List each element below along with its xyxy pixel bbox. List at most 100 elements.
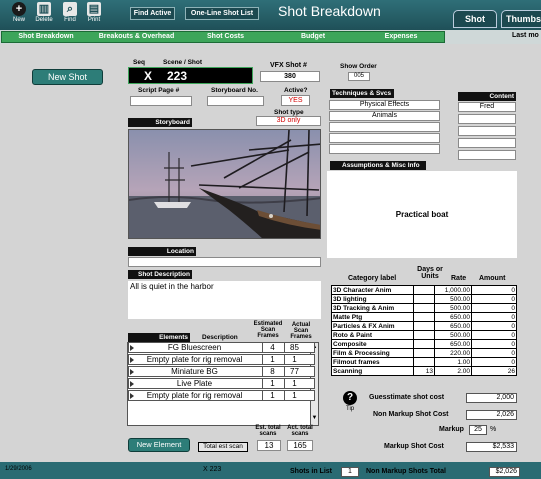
active-field[interactable]: YES [281, 95, 310, 106]
element-row[interactable]: Live Plate 1 1 [128, 378, 315, 389]
cost-category[interactable]: Roto & Paint [331, 330, 414, 340]
content-item[interactable] [458, 150, 516, 160]
assumptions-field[interactable]: Practical boat [327, 171, 517, 258]
content-item[interactable]: Fred [458, 102, 516, 112]
cost-days[interactable] [413, 321, 435, 331]
cost-days[interactable] [413, 330, 435, 340]
content-item[interactable] [458, 126, 516, 136]
technique-item[interactable] [329, 122, 440, 132]
cost-rate[interactable]: 650.00 [434, 321, 472, 331]
cost-days[interactable] [413, 348, 435, 358]
guesstimate-field[interactable]: 2,000 [466, 393, 517, 403]
storyboard-image[interactable] [128, 129, 321, 239]
vfx-shot-field[interactable]: 380 [260, 71, 320, 82]
total-est-scan-button[interactable]: Total est scan [198, 442, 248, 452]
element-act-frames[interactable]: 1 [284, 355, 304, 364]
element-est-frames[interactable]: 1 [262, 379, 282, 388]
cost-category[interactable]: Matte Ptg [331, 312, 414, 322]
row-arrow-icon[interactable] [130, 345, 134, 351]
cost-days[interactable] [413, 357, 435, 367]
element-row[interactable]: FG Bluescreen 4 85 [128, 342, 315, 353]
tab-thumbs[interactable]: Thumbs [501, 10, 541, 28]
est-total-scans-field[interactable]: 13 [257, 440, 281, 451]
cost-row[interactable]: Roto & Paint 500.00 0 [331, 330, 517, 340]
show-order-field[interactable]: 005 [348, 72, 370, 81]
element-est-frames[interactable]: 1 [262, 391, 282, 400]
cost-category[interactable]: 3D lighting [331, 294, 414, 304]
cost-rate[interactable]: 650.00 [434, 339, 472, 349]
element-act-frames[interactable]: 85 [284, 343, 304, 352]
element-act-frames[interactable]: 1 [284, 391, 304, 400]
row-arrow-icon[interactable] [130, 357, 134, 363]
cost-rate[interactable]: 650.00 [434, 312, 472, 322]
cost-row[interactable]: Particles & FX Anim 650.00 0 [331, 321, 517, 331]
cost-rate[interactable]: 500.00 [434, 330, 472, 340]
content-item[interactable] [458, 114, 516, 124]
element-description[interactable]: Live Plate [135, 379, 254, 388]
nav-shot-costs[interactable]: Shot Costs [183, 32, 268, 42]
new-button[interactable]: + New [8, 2, 30, 23]
tip-question-icon[interactable]: ? [343, 391, 357, 405]
shot-type-field[interactable]: 3D only [256, 116, 321, 126]
cost-rate[interactable]: 1,000.00 [434, 285, 472, 295]
cost-days[interactable] [413, 339, 435, 349]
element-row[interactable]: Miniature BG 8 77 [128, 366, 315, 377]
cost-days[interactable] [413, 285, 435, 295]
nav-budget[interactable]: Budget [269, 32, 357, 42]
technique-item[interactable]: Animals [329, 111, 440, 121]
new-shot-button[interactable]: New Shot [32, 69, 103, 85]
element-row[interactable]: Empty plate for rig removal 1 1 [128, 354, 315, 365]
cost-category[interactable]: Filmout frames [331, 357, 414, 367]
element-act-frames[interactable]: 77 [284, 367, 304, 376]
markup-field[interactable]: 25 [469, 425, 487, 435]
nav-shot-breakdown[interactable]: Shot Breakdown [2, 32, 90, 42]
cost-rate[interactable]: 1.00 [434, 357, 472, 367]
cost-days[interactable]: 13 [413, 366, 435, 376]
find-button[interactable]: ⌕ Find [59, 2, 81, 23]
cost-category[interactable]: Composite [331, 339, 414, 349]
cost-rate[interactable]: 2.00 [434, 366, 472, 376]
one-line-shot-list-button[interactable]: One-Line Shot List [185, 7, 259, 20]
element-description[interactable]: FG Bluescreen [135, 343, 254, 352]
element-est-frames[interactable]: 1 [262, 355, 282, 364]
scroll-down-arrow-icon[interactable]: ▼ [311, 415, 318, 421]
tab-shot[interactable]: Shot [453, 10, 497, 28]
new-element-button[interactable]: New Element [128, 438, 190, 452]
technique-item[interactable] [329, 144, 440, 154]
find-active-button[interactable]: Find Active [130, 7, 175, 20]
cost-category[interactable]: 3D Tracking & Anim [331, 303, 414, 313]
row-arrow-icon[interactable] [130, 381, 134, 387]
cost-row[interactable]: Scanning 13 2.00 26 [331, 366, 517, 376]
cost-category[interactable]: 3D Character Anim [331, 285, 414, 295]
cost-category[interactable]: Film & Processing [331, 348, 414, 358]
element-est-frames[interactable]: 8 [262, 367, 282, 376]
cost-category[interactable]: Scanning [331, 366, 414, 376]
delete-button[interactable]: ▥ Delete [33, 2, 55, 23]
nav-breakouts-overhead[interactable]: Breakouts & Overhead [91, 32, 182, 42]
cost-days[interactable] [413, 312, 435, 322]
nav-expenses[interactable]: Expenses [358, 32, 444, 42]
cost-row[interactable]: Film & Processing 220.00 0 [331, 348, 517, 358]
cost-row[interactable]: 3D lighting 500.00 0 [331, 294, 517, 304]
shot-description-field[interactable]: All is quiet in the harbor [128, 281, 321, 319]
storyboard-no-field[interactable] [207, 96, 264, 106]
content-item[interactable] [458, 138, 516, 148]
technique-item[interactable]: Physical Effects [329, 100, 440, 110]
cost-row[interactable]: Matte Ptg 650.00 0 [331, 312, 517, 322]
cost-rate[interactable]: 500.00 [434, 303, 472, 313]
element-description[interactable]: Miniature BG [135, 367, 254, 376]
cost-row[interactable]: 3D Tracking & Anim 500.00 0 [331, 303, 517, 313]
print-button[interactable]: ▤ Print [83, 2, 105, 23]
technique-item[interactable] [329, 133, 440, 143]
act-total-scans-field[interactable]: 165 [287, 440, 313, 451]
row-arrow-icon[interactable] [130, 393, 134, 399]
cost-category[interactable]: Particles & FX Anim [331, 321, 414, 331]
element-description[interactable]: Empty plate for rig removal [135, 391, 254, 400]
script-page-field[interactable] [130, 96, 192, 106]
element-row[interactable]: Empty plate for rig removal 1 1 [128, 390, 315, 401]
row-arrow-icon[interactable] [130, 369, 134, 375]
seq-scene-field[interactable]: X 223 [128, 67, 253, 84]
element-est-frames[interactable]: 4 [262, 343, 282, 352]
cost-row[interactable]: 3D Character Anim 1,000.00 0 [331, 285, 517, 295]
cost-row[interactable]: Composite 650.00 0 [331, 339, 517, 349]
